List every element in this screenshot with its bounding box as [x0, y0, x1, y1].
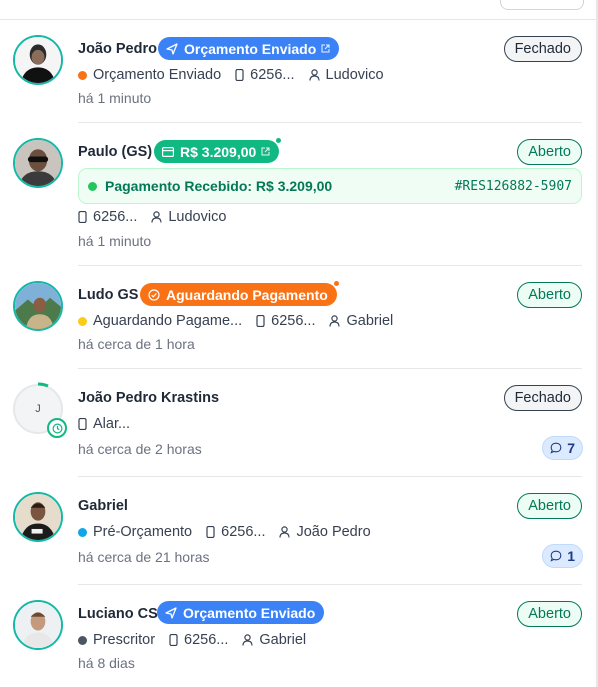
- top-control-stub[interactable]: [500, 0, 584, 10]
- conversation-meta: 6256... Ludovico: [78, 209, 240, 225]
- chat-bubble-icon: [550, 442, 562, 454]
- contact-name: Ludo GS: [78, 287, 139, 303]
- conversation-item[interactable]: Ludo GS Aguardando Pagamento Aberto Agua…: [0, 266, 598, 369]
- send-icon: [165, 606, 177, 619]
- user-icon: [308, 69, 320, 81]
- chat-bubble-icon: [550, 550, 562, 562]
- conversation-meta: Aguardando Pagame... 6256... Gabriel: [78, 313, 407, 329]
- agent-name: Gabriel: [346, 313, 394, 329]
- payment-reference: #RES126882-5907: [454, 178, 572, 194]
- check-circle-icon: [148, 288, 160, 301]
- user-icon: [329, 315, 341, 327]
- agent-name: Ludovico: [325, 67, 384, 83]
- tag-badge[interactable]: Aguardando Pagamento: [140, 280, 340, 306]
- phone-number: 6256...: [221, 524, 266, 540]
- clock-icon: [47, 418, 67, 438]
- conversation-item[interactable]: João Pedro Orçamento Enviado Fechado Orç…: [0, 20, 598, 123]
- conversation-meta: Pré-Orçamento 6256... João Pedro: [78, 524, 385, 540]
- message-count: 7: [567, 440, 575, 456]
- status-badge: Aberto: [517, 601, 582, 627]
- conversation-item[interactable]: J João Pedro Krastins Fechado Alar... há…: [0, 369, 598, 477]
- agent-name: João Pedro: [296, 524, 371, 540]
- status-badge: Aberto: [517, 493, 582, 519]
- notification-dot: [275, 137, 283, 144]
- stage-dot-icon: [78, 527, 87, 537]
- status-badge: Aberto: [517, 139, 582, 165]
- conversation-item[interactable]: Gabriel Aberto Pré-Orçamento 6256... Joã…: [0, 477, 598, 585]
- avatar: [13, 35, 63, 85]
- message-count-badge[interactable]: 1: [542, 544, 583, 568]
- timestamp: há 1 minuto: [78, 233, 152, 249]
- avatar: [13, 600, 63, 650]
- timestamp: há 1 minuto: [78, 90, 152, 106]
- conversation-meta: Alar...: [78, 416, 144, 432]
- tag-label: Orçamento Enviado: [184, 40, 317, 57]
- payment-dot-icon: [88, 181, 97, 191]
- external-link-icon[interactable]: [321, 44, 330, 53]
- list-top-edge: [0, 0, 598, 20]
- tag-label: R$ 3.209,00: [180, 143, 257, 160]
- contact-name: Paulo (GS): [78, 144, 153, 160]
- payment-label: Pagamento Recebido: R$ 3.209,00: [105, 178, 333, 194]
- phone-icon: [78, 418, 87, 430]
- phone-number: 6256...: [271, 313, 316, 329]
- phone-number: 6256...: [184, 632, 229, 648]
- phone-number: Alar...: [93, 416, 131, 432]
- status-badge: Aberto: [517, 282, 582, 308]
- avatar: [13, 281, 63, 331]
- avatar: J: [13, 382, 67, 438]
- conversation-item[interactable]: Paulo (GS) R$ 3.209,00 Aberto Pagamento …: [0, 123, 598, 266]
- user-icon: [279, 526, 291, 538]
- phone-icon: [256, 315, 265, 327]
- tag-badge[interactable]: R$ 3.209,00: [154, 137, 283, 163]
- user-icon: [242, 634, 253, 646]
- contact-name: João Pedro: [78, 41, 157, 57]
- conversation-meta: Prescritor 6256... Gabriel: [78, 632, 320, 648]
- phone-number: 6256...: [93, 209, 138, 225]
- tag-badge[interactable]: Orçamento Enviado: [157, 601, 325, 624]
- stage-dot-icon: [78, 316, 87, 326]
- status-badge: Fechado: [503, 36, 582, 62]
- phone-number: 6256...: [250, 67, 295, 83]
- timestamp: há cerca de 2 horas: [78, 441, 202, 457]
- avatar: [13, 138, 63, 188]
- timestamp: há cerca de 1 hora: [78, 336, 195, 352]
- contact-name: João Pedro Krastins: [78, 390, 220, 406]
- tag-badge[interactable]: Orçamento Enviado: [158, 37, 340, 60]
- user-icon: [151, 211, 162, 223]
- status-badge: Fechado: [503, 385, 582, 411]
- timestamp: há cerca de 21 horas: [78, 549, 210, 565]
- credit-card-icon: [162, 146, 174, 157]
- contact-name: Gabriel: [78, 498, 128, 514]
- send-icon: [166, 42, 178, 55]
- message-count: 1: [567, 548, 575, 564]
- message-count-badge[interactable]: 7: [542, 436, 583, 460]
- agent-name: Gabriel: [259, 632, 307, 648]
- external-link-icon[interactable]: [261, 147, 270, 156]
- stage-label: Orçamento Enviado: [93, 67, 222, 83]
- stage-label: Prescritor: [93, 632, 156, 648]
- phone-icon: [169, 634, 178, 646]
- tag-label: Aguardando Pagamento: [166, 286, 328, 303]
- phone-icon: [206, 526, 215, 538]
- conversation-item[interactable]: Luciano CS Orçamento Enviado Aberto Pres…: [0, 585, 598, 687]
- timestamp: há 8 dias: [78, 655, 135, 671]
- payment-banner[interactable]: Pagamento Recebido: R$ 3.209,00 #RES1268…: [78, 168, 582, 204]
- conversation-meta: Orçamento Enviado 6256... Ludovico: [78, 67, 398, 83]
- tag-label: Orçamento Enviado: [183, 604, 316, 621]
- phone-icon: [78, 211, 87, 223]
- contact-name: Luciano CS: [78, 606, 158, 622]
- notification-dot: [332, 280, 340, 287]
- stage-label: Pré-Orçamento: [93, 524, 193, 540]
- avatar: [13, 492, 63, 542]
- phone-icon: [235, 69, 244, 81]
- stage-dot-icon: [78, 635, 87, 645]
- agent-name: Ludovico: [168, 209, 227, 225]
- stage-dot-icon: [78, 70, 87, 80]
- stage-label: Aguardando Pagame...: [93, 313, 243, 329]
